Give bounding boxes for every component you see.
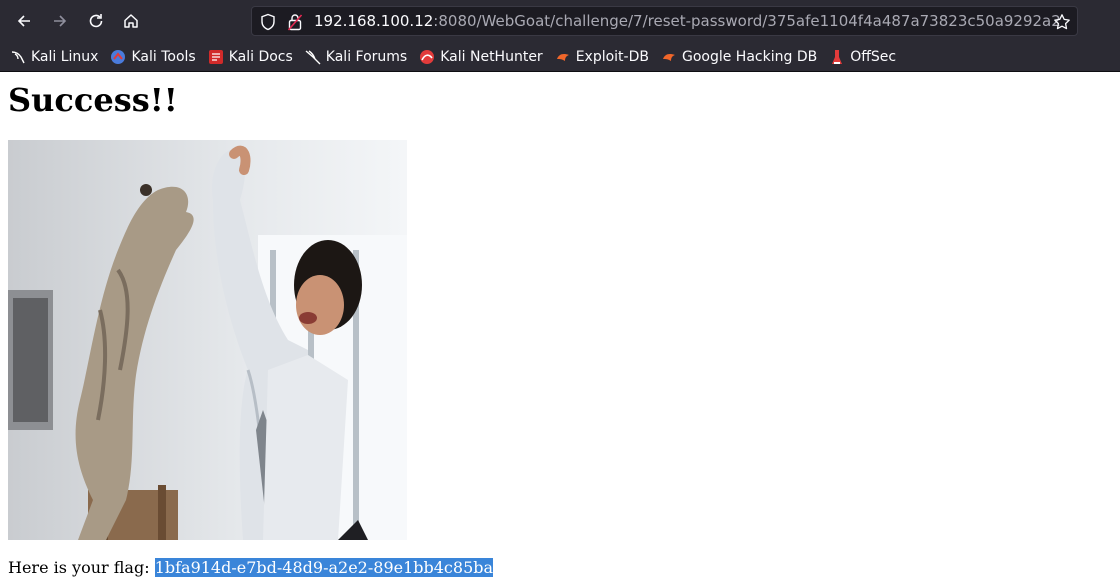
back-button[interactable] bbox=[10, 7, 38, 35]
kali-forums-icon bbox=[305, 49, 321, 64]
bookmark-label: Kali NetHunter bbox=[440, 48, 543, 65]
bookmark-kali-docs[interactable]: Kali Docs bbox=[208, 49, 293, 65]
forward-button[interactable] bbox=[46, 7, 74, 35]
url-text[interactable]: 192.168.100.12:8080/WebGoat/challenge/7/… bbox=[314, 12, 1061, 30]
url-host: 192.168.100.12 bbox=[314, 12, 434, 30]
offsec-icon bbox=[832, 49, 843, 64]
flag-line: Here is your flag: 1bfa914d-e7bd-48d9-a2… bbox=[8, 558, 494, 577]
bookmark-label: OffSec bbox=[850, 48, 897, 65]
bookmark-exploit-db[interactable]: Exploit-DB bbox=[555, 49, 649, 65]
shield-icon[interactable] bbox=[260, 13, 276, 31]
page-heading: Success!! bbox=[8, 81, 178, 119]
home-button[interactable] bbox=[117, 7, 145, 35]
bookmark-label: Exploit-DB bbox=[575, 48, 649, 65]
reload-button[interactable] bbox=[82, 7, 110, 35]
back-arrow-icon bbox=[17, 15, 30, 27]
bookmark-label: Kali Tools bbox=[131, 48, 196, 65]
bookmark-kali-forums[interactable]: Kali Forums bbox=[305, 49, 407, 65]
bookmark-kali-nethunter[interactable]: Kali NetHunter bbox=[419, 48, 543, 65]
exploit-db-icon bbox=[556, 53, 569, 61]
insecure-lock-icon[interactable] bbox=[288, 13, 302, 31]
bookmark-kali-tools[interactable]: Kali Tools bbox=[110, 48, 196, 65]
url-path: :8080/WebGoat/challenge/7/reset-password… bbox=[433, 12, 1061, 30]
kali-tools-icon bbox=[111, 49, 126, 64]
ghdb-icon bbox=[662, 53, 675, 61]
address-bar[interactable]: 192.168.100.12:8080/WebGoat/challenge/7/… bbox=[251, 6, 1078, 36]
flag-value[interactable]: 1bfa914d-e7bd-48d9-a2e2-89e1bb4c85ba bbox=[154, 558, 494, 577]
bookmark-label: Kali Linux bbox=[31, 48, 99, 65]
high-five-photo bbox=[8, 140, 407, 540]
kali-dragon-icon bbox=[11, 50, 25, 63]
bookmark-kali-linux[interactable]: Kali Linux bbox=[10, 49, 98, 65]
home-icon bbox=[124, 14, 138, 28]
page-content: Success!! Here is your flag: 1bfa914d-e7… bbox=[0, 72, 1120, 577]
bookmark-offsec[interactable]: OffSec bbox=[829, 49, 896, 65]
success-photo bbox=[8, 140, 407, 540]
bookmarks-toolbar: Kali Linux Kali Tools Kali Docs Kali For… bbox=[0, 42, 1120, 72]
flag-label: Here is your flag: bbox=[8, 558, 155, 577]
bookmark-google-hacking-db[interactable]: Google Hacking DB bbox=[661, 49, 817, 65]
browser-toolbar: 192.168.100.12:8080/WebGoat/challenge/7/… bbox=[0, 0, 1120, 42]
bookmark-label: Kali Forums bbox=[325, 48, 408, 65]
bookmark-label: Kali Docs bbox=[228, 48, 293, 65]
nethunter-icon bbox=[420, 49, 435, 64]
forward-arrow-icon bbox=[54, 15, 67, 27]
bookmark-label: Google Hacking DB bbox=[681, 48, 818, 65]
bookmark-star-icon[interactable] bbox=[1053, 13, 1071, 31]
reload-icon bbox=[89, 14, 103, 28]
kali-docs-icon bbox=[208, 49, 223, 64]
